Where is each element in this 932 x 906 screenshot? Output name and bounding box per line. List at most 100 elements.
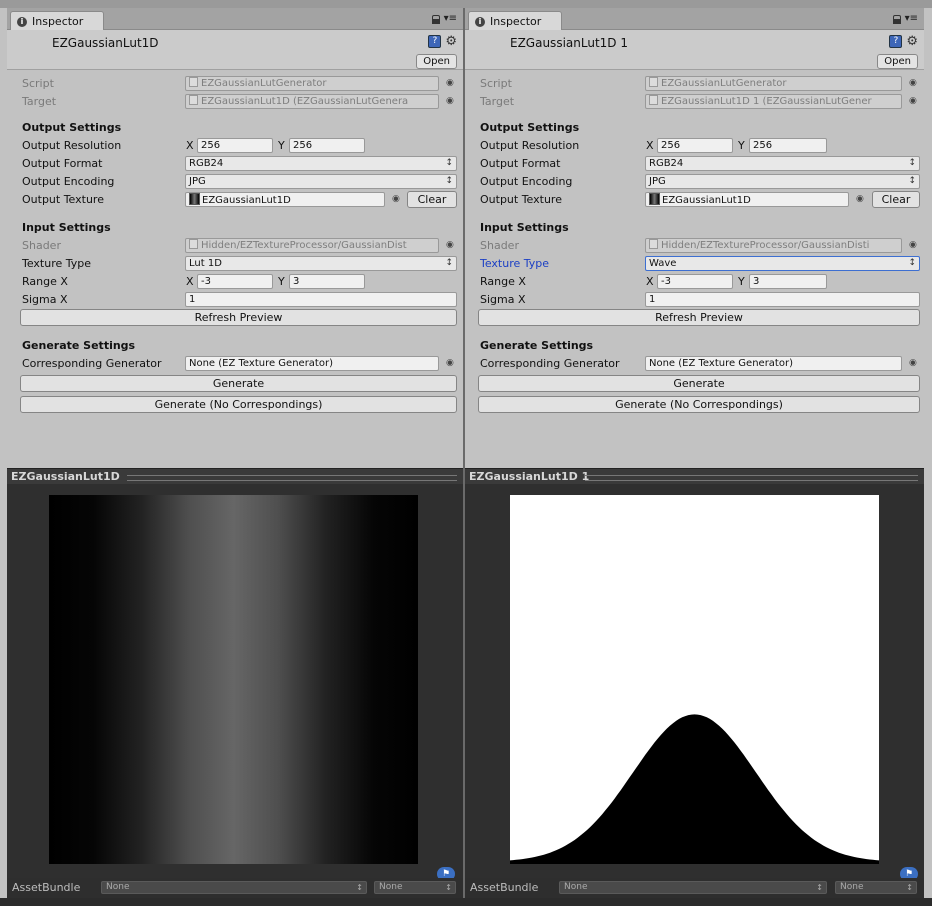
output-encoding-label: Output Encoding <box>480 174 573 188</box>
tab-inspector[interactable]: i Inspector <box>10 11 104 31</box>
shader-label: Shader <box>480 238 519 252</box>
generate-no-correspondings-button[interactable]: Generate (No Correspondings) <box>478 395 920 413</box>
range-min-label: X <box>186 274 194 288</box>
texture-type-label: Texture Type <box>480 256 550 270</box>
script-field[interactable]: EZGaussianLutGenerator <box>645 75 902 91</box>
object-picker-icon[interactable]: ◉ <box>446 240 454 250</box>
output-encoding-dropdown[interactable]: JPG <box>645 173 920 189</box>
output-texture-label: Output Texture <box>22 192 104 206</box>
gear-icon[interactable]: ⚙ <box>445 35 457 48</box>
range-max-field[interactable]: 3 <box>749 273 827 289</box>
res-x-field[interactable]: 256 <box>197 137 273 153</box>
open-button[interactable]: Open <box>416 54 457 69</box>
object-picker-icon[interactable]: ◉ <box>446 358 454 368</box>
res-y-field[interactable]: 256 <box>749 137 827 153</box>
clear-button[interactable]: Clear <box>872 190 920 208</box>
res-y-field[interactable]: 256 <box>289 137 365 153</box>
object-picker-icon[interactable]: ◉ <box>446 96 454 106</box>
res-y-label: Y <box>738 138 745 152</box>
preview-header[interactable]: EZGaussianLut1D 1 <box>465 468 924 484</box>
asset-bundle-bar: AssetBundle None None <box>465 878 924 898</box>
inspector-header: EZGaussianLut1D 1 ? ⚙ Open <box>465 30 924 70</box>
lock-icon[interactable] <box>892 14 901 24</box>
corresponding-generator-field[interactable]: None (EZ Texture Generator) <box>645 355 902 371</box>
range-min-field[interactable]: -3 <box>657 273 733 289</box>
generate-no-correspondings-button[interactable]: Generate (No Correspondings) <box>20 395 457 413</box>
sigma-x-field[interactable]: 1 <box>645 291 920 307</box>
tab-inspector[interactable]: i Inspector <box>468 11 562 31</box>
texture-type-dropdown[interactable]: Wave <box>645 255 920 271</box>
range-max-label: Y <box>278 274 285 288</box>
background-editor-strip-bottom <box>0 898 932 906</box>
res-x-label: X <box>186 138 194 152</box>
output-format-label: Output Format <box>22 156 103 170</box>
corresponding-generator-field[interactable]: None (EZ Texture Generator) <box>185 355 439 371</box>
object-title: EZGaussianLut1D <box>52 36 159 50</box>
texture-type-dropdown[interactable]: Lut 1D <box>185 255 457 271</box>
object-picker-icon[interactable]: ◉ <box>446 78 454 88</box>
shader-field[interactable]: Hidden/EZTextureProcessor/GaussianDisti <box>645 237 902 253</box>
section-generate-settings: Generate Settings <box>22 338 136 352</box>
texture-icon <box>189 192 200 205</box>
refresh-preview-button[interactable]: Refresh Preview <box>478 308 920 326</box>
object-picker-icon[interactable]: ◉ <box>392 194 400 204</box>
script-field[interactable]: EZGaussianLutGenerator <box>185 75 439 91</box>
corresponding-generator-label: Corresponding Generator <box>480 356 620 370</box>
preview-header[interactable]: EZGaussianLut1D <box>7 468 463 484</box>
range-max-label: Y <box>738 274 745 288</box>
asset-bundle-bar: AssetBundle None None <box>7 878 463 898</box>
inspector-body: Script EZGaussianLutGenerator ◉ Target E… <box>465 70 924 413</box>
object-picker-icon[interactable]: ◉ <box>856 194 864 204</box>
output-encoding-label: Output Encoding <box>22 174 115 188</box>
menu-icon[interactable]: ▾≡ <box>905 14 918 24</box>
output-format-dropdown[interactable]: RGB24 <box>185 155 457 171</box>
section-input-settings: Input Settings <box>480 220 569 234</box>
res-x-field[interactable]: 256 <box>657 137 733 153</box>
res-y-label: Y <box>278 138 285 152</box>
clear-button[interactable]: Clear <box>407 190 457 208</box>
range-max-field[interactable]: 3 <box>289 273 365 289</box>
target-label: Target <box>480 94 515 108</box>
output-resolution-label: Output Resolution <box>22 138 122 152</box>
header-icons: ? ⚙ <box>889 35 918 48</box>
lock-icon[interactable] <box>431 14 440 24</box>
help-icon[interactable]: ? <box>428 35 442 48</box>
script-label: Script <box>480 76 512 90</box>
texture-icon <box>649 192 660 205</box>
inspector-panel-left: i Inspector ▾≡ EZGaussianLut1D ? ⚙ Open … <box>7 8 463 898</box>
menu-icon[interactable]: ▾≡ <box>444 14 457 24</box>
asset-bundle-dropdown[interactable]: None <box>101 881 367 894</box>
asset-variant-dropdown[interactable]: None <box>374 881 456 894</box>
preview-title: EZGaussianLut1D <box>11 470 120 483</box>
tab-label: Inspector <box>32 15 84 28</box>
open-button[interactable]: Open <box>877 54 918 69</box>
object-picker-icon[interactable]: ◉ <box>909 358 917 368</box>
asset-bundle-dropdown[interactable]: None <box>559 881 827 894</box>
section-output-settings: Output Settings <box>480 120 580 134</box>
asset-bundle-label: AssetBundle <box>12 881 81 894</box>
shader-field[interactable]: Hidden/EZTextureProcessor/GaussianDist <box>185 237 439 253</box>
object-picker-icon[interactable]: ◉ <box>909 78 917 88</box>
section-generate-settings: Generate Settings <box>480 338 594 352</box>
range-min-field[interactable]: -3 <box>197 273 273 289</box>
object-picker-icon[interactable]: ◉ <box>909 96 917 106</box>
output-texture-field[interactable]: EZGaussianLut1D <box>645 191 849 207</box>
generate-button[interactable]: Generate <box>478 374 920 392</box>
target-field[interactable]: EZGaussianLut1D 1 (EZGaussianLutGener <box>645 93 902 109</box>
script-file-icon <box>649 76 658 87</box>
target-field[interactable]: EZGaussianLut1D (EZGaussianLutGenera <box>185 93 439 109</box>
gear-icon[interactable]: ⚙ <box>906 35 918 48</box>
generate-button[interactable]: Generate <box>20 374 457 392</box>
background-editor-strip-right <box>924 8 932 906</box>
output-encoding-dropdown[interactable]: JPG <box>185 173 457 189</box>
object-picker-icon[interactable]: ◉ <box>909 240 917 250</box>
asset-variant-dropdown[interactable]: None <box>835 881 917 894</box>
output-texture-field[interactable]: EZGaussianLut1D <box>185 191 385 207</box>
asset-file-icon <box>649 94 658 105</box>
refresh-preview-button[interactable]: Refresh Preview <box>20 308 457 326</box>
inspector-panel-right: i Inspector ▾≡ EZGaussianLut1D 1 ? ⚙ Ope… <box>465 8 924 898</box>
sigma-x-field[interactable]: 1 <box>185 291 457 307</box>
help-icon[interactable]: ? <box>889 35 903 48</box>
section-input-settings: Input Settings <box>22 220 111 234</box>
output-format-dropdown[interactable]: RGB24 <box>645 155 920 171</box>
